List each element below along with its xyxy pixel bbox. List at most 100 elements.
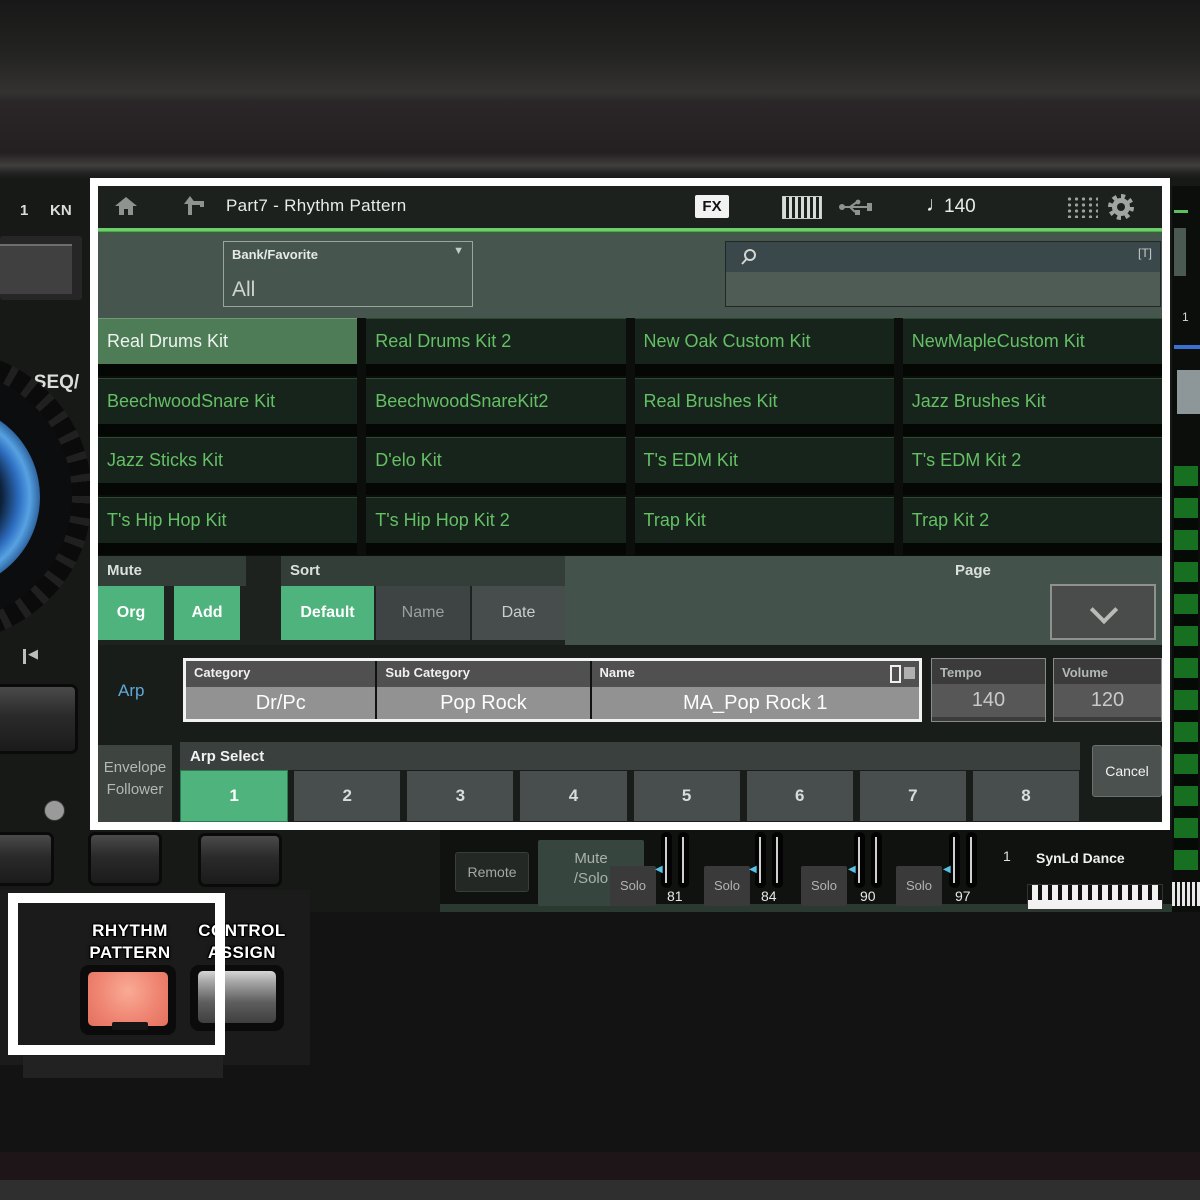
sort-default-button[interactable]: Default bbox=[281, 586, 374, 640]
kit-led-strip bbox=[366, 424, 625, 436]
panel-button-2[interactable] bbox=[88, 832, 162, 886]
fader-slot[interactable] bbox=[871, 832, 882, 888]
kit-cell[interactable]: Real Brushes Kit bbox=[635, 378, 894, 438]
fader-slot[interactable] bbox=[661, 832, 672, 888]
subcategory-value: Pop Rock bbox=[377, 687, 589, 719]
kit-cell[interactable]: Jazz Sticks Kit bbox=[98, 437, 357, 497]
keyboard-graphic bbox=[1027, 884, 1163, 910]
arp-volume-field[interactable]: Volume 120 bbox=[1053, 658, 1162, 722]
transport-button[interactable] bbox=[0, 684, 78, 754]
kit-cell[interactable]: Real Drums Kit bbox=[98, 318, 357, 378]
edge-blue-line bbox=[1174, 345, 1200, 349]
kit-name: Trap Kit 2 bbox=[903, 497, 1162, 543]
dropdown-triangle-icon: ▼ bbox=[453, 245, 464, 257]
arp-category-field[interactable]: Category Dr/Pc bbox=[186, 661, 375, 719]
hardware-bottom-strip bbox=[0, 1180, 1200, 1200]
back-up-icon[interactable] bbox=[182, 194, 206, 218]
page-title: Part7 - Rhythm Pattern bbox=[226, 196, 406, 216]
solo-button-1[interactable]: Solo bbox=[610, 866, 656, 906]
hardware-top-edge bbox=[0, 0, 1200, 178]
kit-name: D'elo Kit bbox=[366, 437, 625, 483]
kit-cell[interactable]: BeechwoodSnare Kit bbox=[98, 378, 357, 438]
bank-favorite-dropdown[interactable]: Bank/Favorite ▼ All bbox=[223, 241, 473, 307]
arp-subcategory-field[interactable]: Sub Category Pop Rock bbox=[377, 661, 589, 719]
arp-select-6[interactable]: 6 bbox=[746, 770, 854, 822]
knob-index-number: 1 bbox=[20, 202, 28, 219]
fader-slot[interactable] bbox=[772, 832, 783, 888]
kit-cell[interactable]: T's EDM Kit 2 bbox=[903, 437, 1162, 497]
pad-grid-icon[interactable] bbox=[1066, 196, 1098, 218]
solo-button-4[interactable]: Solo bbox=[896, 866, 942, 906]
kit-cell[interactable]: Trap Kit 2 bbox=[903, 497, 1162, 557]
kit-cell[interactable]: Real Drums Kit 2 bbox=[366, 318, 625, 378]
fader-slot[interactable] bbox=[854, 832, 865, 888]
gear-icon-hole bbox=[1117, 203, 1125, 211]
kit-cell[interactable]: New Oak Custom Kit bbox=[635, 318, 894, 378]
panel-button-3[interactable] bbox=[198, 833, 282, 887]
arp-label: Arp bbox=[118, 681, 144, 701]
volume-field-value: 120 bbox=[1054, 684, 1161, 717]
kit-led-strip bbox=[366, 364, 625, 376]
arp-select-2[interactable]: 2 bbox=[293, 770, 401, 822]
arp-select-5[interactable]: 5 bbox=[633, 770, 741, 822]
page-dropdown-button[interactable] bbox=[1050, 584, 1156, 640]
solo-button-2[interactable]: Solo bbox=[704, 866, 750, 906]
bank-favorite-value: All bbox=[232, 278, 255, 302]
arp-select-1[interactable]: 1 bbox=[180, 770, 288, 822]
search-icon bbox=[740, 248, 758, 266]
arp-name-field[interactable]: Name MA_Pop Rock 1 bbox=[592, 661, 920, 719]
arp-select-8[interactable]: 8 bbox=[972, 770, 1080, 822]
kit-cell[interactable]: T's EDM Kit bbox=[635, 437, 894, 497]
kit-name: NewMapleCustom Kit bbox=[903, 318, 1162, 364]
fader-slot[interactable] bbox=[755, 832, 766, 888]
fader-slot[interactable] bbox=[966, 832, 977, 888]
mute-add-button[interactable]: Add bbox=[174, 586, 240, 640]
solo-button-3[interactable]: Solo bbox=[801, 866, 847, 906]
panel-button-1[interactable] bbox=[0, 832, 54, 886]
sort-name-button[interactable]: Name bbox=[376, 586, 470, 640]
kit-led-strip bbox=[98, 543, 357, 555]
fx-badge[interactable]: FX bbox=[695, 195, 729, 218]
kit-name: T's EDM Kit bbox=[635, 437, 894, 483]
remote-button[interactable]: Remote bbox=[455, 852, 529, 892]
search-input[interactable]: [T] bbox=[725, 241, 1161, 307]
search-shortcut-hint: [T] bbox=[1138, 246, 1152, 260]
name-value: MA_Pop Rock 1 bbox=[592, 687, 920, 719]
tempo-value[interactable]: 140 bbox=[944, 196, 976, 218]
list-controls-row: Mute Org Add Sort Default Name Date Page bbox=[98, 556, 1162, 645]
kit-cell[interactable]: Trap Kit bbox=[635, 497, 894, 557]
kit-led-strip bbox=[635, 483, 894, 495]
screen-header-bar: Part7 - Rhythm Pattern FX ♩ 140 bbox=[98, 186, 1162, 228]
kit-cell[interactable]: BeechwoodSnareKit2 bbox=[366, 378, 625, 438]
kit-name: Trap Kit bbox=[635, 497, 894, 543]
kit-led-strip bbox=[98, 364, 357, 376]
sort-date-button[interactable]: Date bbox=[472, 586, 565, 640]
callout-shadow-strip bbox=[23, 1056, 223, 1078]
kit-cell[interactable]: D'elo Kit bbox=[366, 437, 625, 497]
fader-slot[interactable] bbox=[949, 832, 960, 888]
part-number: 1 bbox=[1003, 848, 1011, 864]
arp-select-3[interactable]: 3 bbox=[406, 770, 514, 822]
home-icon[interactable] bbox=[114, 196, 138, 216]
envelope-follower-button[interactable]: Envelope Follower bbox=[98, 745, 172, 822]
kit-cell[interactable]: Jazz Brushes Kit bbox=[903, 378, 1162, 438]
arp-tempo-field[interactable]: Tempo 140 bbox=[931, 658, 1046, 722]
kit-cell[interactable]: NewMapleCustom Kit bbox=[903, 318, 1162, 378]
keyboard-icon[interactable] bbox=[782, 196, 822, 219]
skip-back-icon bbox=[23, 649, 26, 664]
kit-cell[interactable]: T's Hip Hop Kit bbox=[98, 497, 357, 557]
subcategory-label: Sub Category bbox=[377, 661, 589, 687]
cancel-button[interactable]: Cancel bbox=[1092, 745, 1162, 797]
arp-select-panel: Arp Select 1 2 3 4 5 6 7 8 bbox=[180, 742, 1080, 822]
kit-cell[interactable]: T's Hip Hop Kit 2 bbox=[366, 497, 625, 557]
edge-slider-block bbox=[1177, 370, 1200, 414]
arp-select-4[interactable]: 4 bbox=[519, 770, 627, 822]
kit-name: Real Brushes Kit bbox=[635, 378, 894, 424]
fader-value: 84 bbox=[761, 888, 777, 904]
mute-org-button[interactable]: Org bbox=[98, 586, 164, 640]
fader-slot[interactable] bbox=[678, 832, 689, 888]
arp-select-label: Arp Select bbox=[180, 742, 1080, 770]
kit-led-strip bbox=[903, 543, 1162, 555]
arp-select-buttons: 1 2 3 4 5 6 7 8 bbox=[180, 770, 1080, 822]
arp-select-7[interactable]: 7 bbox=[859, 770, 967, 822]
